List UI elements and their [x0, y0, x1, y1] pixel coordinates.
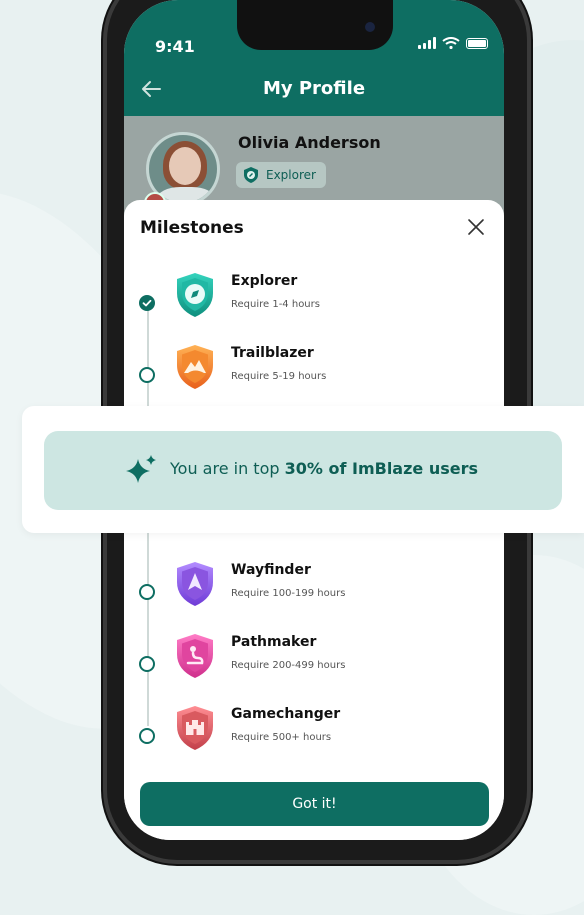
milestone-item[interactable]: Explorer Require 1-4 hours [124, 271, 504, 331]
status-time: 9:41 [155, 37, 195, 56]
milestone-name: Pathmaker [231, 634, 317, 650]
ranking-banner: You are in top 30% of ImBlaze users [44, 431, 562, 510]
compass-shield-icon [244, 167, 258, 183]
completed-check-icon [139, 295, 155, 311]
milestone-item[interactable]: Pathmaker Require 200-499 hours [124, 632, 504, 692]
milestone-requirement: Require 1-4 hours [231, 299, 320, 310]
app-header: My Profile [124, 62, 504, 116]
milestone-requirement: Require 500+ hours [231, 732, 332, 743]
page-title: My Profile [262, 78, 366, 99]
milestone-item[interactable]: Wayfinder Require 100-199 hours [124, 560, 504, 620]
close-icon[interactable] [466, 217, 486, 237]
milestone-name: Explorer [231, 273, 298, 289]
milestone-item[interactable]: Gamechanger Require 500+ hours [124, 704, 504, 764]
milestone-requirement: Require 200-499 hours [231, 660, 346, 671]
pending-circle-icon [139, 656, 155, 672]
battery-icon [466, 37, 488, 49]
pending-circle-icon [139, 728, 155, 744]
milestone-name: Wayfinder [231, 562, 311, 578]
got-it-button[interactable]: Got it! [140, 782, 489, 826]
milestone-item[interactable]: Trailblazer Require 5-19 hours [124, 343, 504, 403]
milestone-name: Gamechanger [231, 706, 341, 722]
rank-badge: Explorer [236, 162, 326, 188]
path-shield-icon [177, 634, 213, 678]
dynamic-island [237, 0, 393, 50]
ranking-text: You are in top 30% of ImBlaze users [170, 459, 479, 478]
wifi-icon [442, 37, 460, 49]
sparkle-icon [126, 455, 156, 483]
status-bar: 9:41 [124, 0, 504, 62]
arrow-shield-icon [177, 562, 213, 606]
pending-circle-icon [139, 584, 155, 600]
sheet-title: Milestones [140, 218, 244, 238]
milestone-requirement: Require 100-199 hours [231, 588, 346, 599]
milestone-name: Trailblazer [231, 345, 314, 361]
rank-label: Explorer [266, 168, 316, 182]
pending-circle-icon [139, 367, 155, 383]
milestone-requirement: Require 5-19 hours [231, 371, 327, 382]
mountain-shield-icon [177, 345, 213, 389]
signal-icon [418, 37, 436, 49]
castle-shield-icon [177, 706, 213, 750]
ranking-banner-card: You are in top 30% of ImBlaze users [22, 406, 584, 533]
compass-shield-icon [177, 273, 213, 317]
camera-icon [365, 22, 375, 32]
profile-name: Olivia Anderson [238, 133, 381, 152]
